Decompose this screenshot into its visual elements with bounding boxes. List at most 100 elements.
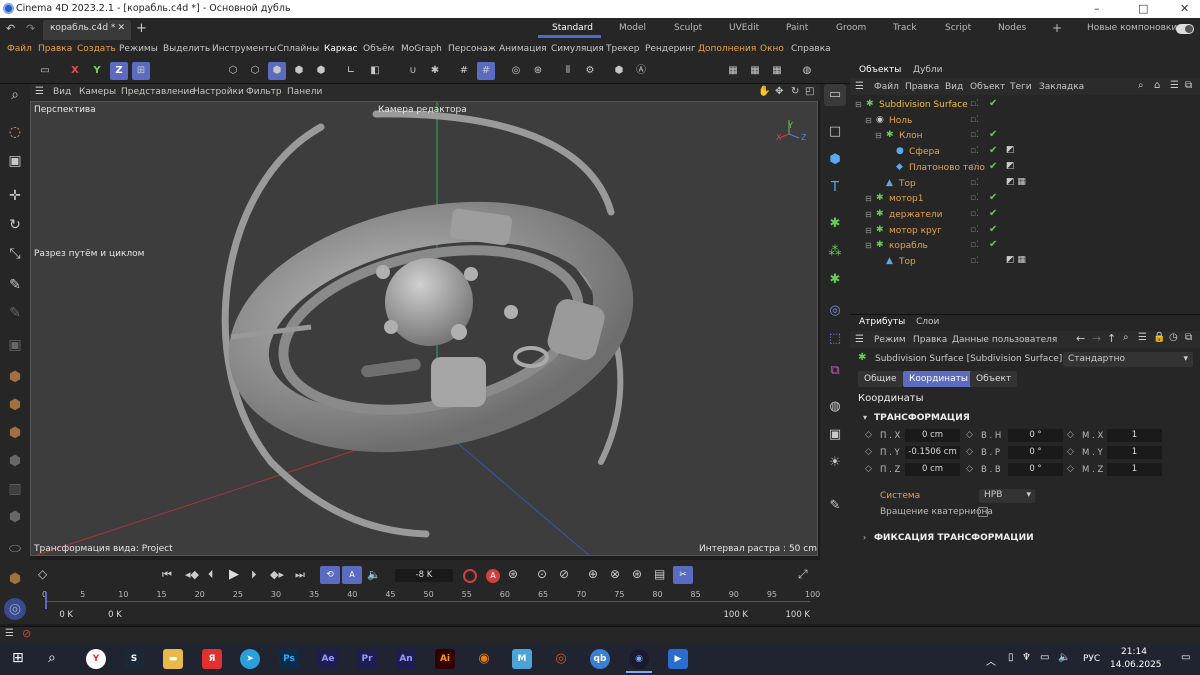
scale-y-field[interactable]: 1 [1107, 446, 1162, 459]
up-icon[interactable]: ↑ [1107, 332, 1116, 345]
end-frame-field[interactable]: 100 K [760, 609, 810, 622]
max-frame-field[interactable]: 100 K [700, 609, 748, 622]
viewport-solo-icon[interactable]: ⬢ [610, 62, 628, 80]
key-lock-icon[interactable]: ⊙ [537, 567, 547, 581]
model-mode-icon[interactable]: ⬢ [290, 62, 308, 80]
menu-mesh[interactable]: Каркас [324, 44, 358, 54]
scale-x-field[interactable]: 1 [1107, 429, 1162, 442]
blender-icon[interactable]: ◉ [474, 649, 494, 669]
object-row[interactable]: ⊟ ✱ мотор круг ▫⁚ ✔ [852, 224, 1197, 239]
polygons-mode-icon[interactable]: ⬢ [268, 62, 286, 80]
sound-icon[interactable]: 🔈 [367, 568, 381, 581]
subdivision-generator-icon[interactable]: ✱ [824, 213, 846, 235]
yandex-icon[interactable]: Я [202, 649, 222, 669]
cinema4d-taskbar-icon[interactable]: ◉ [629, 649, 649, 669]
object-row[interactable]: ⊟ ✱ Subdivision Surface ▫⁚ ✔ [852, 98, 1197, 113]
expand-toggle-icon[interactable]: ⊟ [865, 194, 872, 203]
snap-settings-icon[interactable]: ✱ [426, 62, 444, 80]
object-row[interactable]: ◆ Платоново тело ▫⁚ ✔ ◩ [852, 161, 1197, 176]
current-frame-field[interactable]: -8 K [395, 569, 453, 582]
visibility-dots-icon[interactable]: ▫⁚ [970, 209, 979, 219]
visibility-dots-icon[interactable]: ▫⁚ [970, 146, 979, 156]
attr-history-icon[interactable]: ◷ [1169, 332, 1178, 343]
paint-tool-icon[interactable]: ⬢ [4, 568, 26, 590]
knife-tool-icon[interactable]: ✎ [4, 274, 26, 296]
object-label[interactable]: Сфера [909, 145, 940, 160]
enabled-check-icon[interactable]: ✔ [989, 239, 997, 250]
illustrator-icon[interactable]: Ai [435, 649, 455, 669]
file-explorer-icon[interactable]: ▬ [163, 649, 183, 669]
environment-icon[interactable]: ◍ [824, 396, 846, 418]
obj-menu-object[interactable]: Объект [970, 82, 1005, 92]
animate-icon[interactable]: An [396, 649, 416, 669]
visibility-dots-icon[interactable]: ▫⁚ [970, 240, 979, 250]
goto-end-icon[interactable]: ⏭ [295, 568, 305, 582]
visibility-dots-icon[interactable]: ▫⁚ [970, 178, 979, 188]
render-view-icon[interactable]: ▦ [724, 62, 742, 80]
select-tool-icon[interactable]: ◌ [4, 121, 26, 143]
enabled-check-icon[interactable]: ✔ [989, 145, 997, 156]
symmetry-icon[interactable]: ⫴ [559, 62, 577, 80]
visibility-dots-icon[interactable]: ▫⁚ [970, 130, 979, 140]
expand-toggle-icon[interactable]: ⊟ [865, 226, 872, 235]
new-tab-button[interactable]: + [136, 21, 147, 36]
object-row[interactable]: ▲ Тор ▫⁚ ◩ ▦ [852, 177, 1197, 192]
render-settings-icon[interactable]: ▦ [768, 62, 786, 80]
camera-icon[interactable]: ▣ [824, 424, 846, 446]
magnet-icon[interactable]: ∪ [404, 62, 422, 80]
animate-pos-icon[interactable]: ◇ [865, 447, 872, 457]
visibility-dots-icon[interactable]: ▫⁚ [970, 115, 979, 125]
search-icon[interactable]: ⌕ [4, 84, 26, 106]
tab-takes[interactable]: Дубли [913, 65, 943, 75]
menu-simulation[interactable]: Симуляция [551, 44, 604, 54]
object-label[interactable]: корабль [889, 239, 928, 254]
3d-viewport[interactable]: X Y Z Перспектива Камера редактора Разре… [30, 101, 818, 556]
stitch-tool-icon[interactable]: ▥ [4, 478, 26, 500]
axis-y-toggle[interactable]: Y [88, 62, 106, 80]
close-tab-icon[interactable]: ✕ [117, 23, 125, 33]
document-tab[interactable]: корабль.c4d * ✕ [43, 20, 131, 40]
move-view-icon[interactable]: ✥ [775, 86, 783, 97]
vp-menu-filter[interactable]: Фильтр [246, 87, 282, 97]
symmetry-settings-icon[interactable]: ⚙ [581, 62, 599, 80]
obj-new-window-icon[interactable]: ⧉ [1185, 80, 1192, 91]
visibility-dots-icon[interactable]: ▫⁚ [970, 225, 979, 235]
edges-mode-icon[interactable]: ⬡ [246, 62, 264, 80]
obj-menu-bookmarks[interactable]: Закладка [1039, 82, 1084, 92]
menu-edit[interactable]: Правка [38, 44, 72, 54]
visibility-dots-icon[interactable]: ▫⁚ [970, 162, 979, 172]
layout-track[interactable]: Track [893, 23, 917, 33]
viewport-menu-icon[interactable]: ☰ [35, 86, 44, 97]
layout-sculpt[interactable]: Sculpt [674, 23, 702, 33]
status-menu-icon[interactable]: ☰ [5, 628, 14, 639]
rotate-view-icon[interactable]: ↻ [791, 86, 799, 97]
menu-volume[interactable]: Объём [363, 44, 394, 54]
pos-z-field[interactable]: 0 cm [905, 463, 960, 476]
animate-scale-icon[interactable]: ◇ [1067, 430, 1074, 440]
layout-paint[interactable]: Paint [786, 23, 808, 33]
obj-menu-edit[interactable]: Правка [905, 82, 939, 92]
new-layouts-toggle[interactable] [1176, 24, 1194, 34]
menu-tools[interactable]: Инструменты [212, 44, 276, 54]
expand-toggle-icon[interactable]: ⊟ [865, 116, 872, 125]
obj-home-icon[interactable]: ⌂ [1154, 80, 1160, 91]
tag-icon[interactable]: ◩ ▦ [1006, 255, 1026, 265]
attr-lock-icon[interactable]: 🔒 [1153, 332, 1165, 343]
autokey-icon[interactable]: A [486, 569, 500, 583]
animate-pos-icon[interactable]: ◇ [865, 464, 872, 474]
subtab-coordinates[interactable]: Координаты [903, 371, 974, 387]
min-frame-field[interactable]: 0 K [100, 609, 130, 622]
enabled-check-icon[interactable]: ✔ [989, 129, 997, 140]
expand-toggle-icon[interactable]: ⊟ [855, 100, 862, 109]
object-label[interactable]: Subdivision Surface [879, 98, 968, 113]
attr-menu-mode[interactable]: Режим [874, 335, 906, 345]
key-pla-icon[interactable]: ▤ [654, 567, 665, 581]
layout-uvedit[interactable]: UVEdit [729, 23, 759, 33]
tag-icon[interactable]: ◩ [1006, 161, 1015, 171]
close-button[interactable]: ✕ [1180, 2, 1189, 15]
key-move-icon[interactable]: ⊕ [588, 567, 598, 581]
move-tool-icon[interactable]: ✛ [4, 185, 26, 207]
qbittorrent-icon[interactable]: qb [590, 649, 610, 669]
layout-groom[interactable]: Groom [836, 23, 866, 33]
texture-mode-icon[interactable]: ◧ [366, 62, 384, 80]
